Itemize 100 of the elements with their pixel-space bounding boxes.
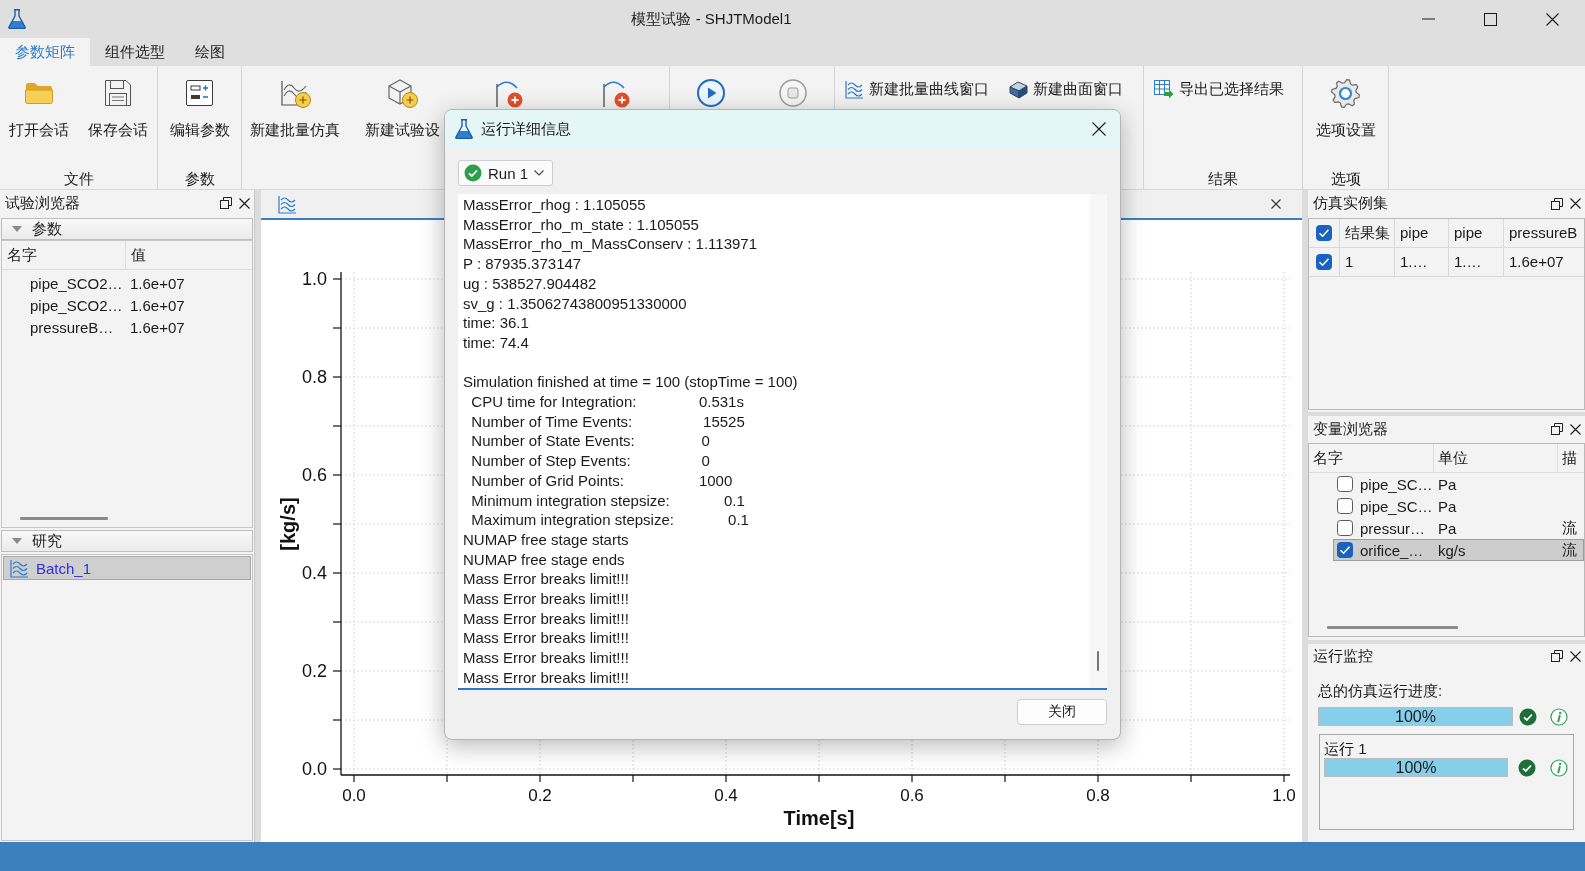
ribbon-button[interactable]: 新建批量曲线窗口 — [845, 78, 989, 100]
ribbon-button[interactable]: 新建曲面窗口 — [1009, 78, 1123, 100]
log-line: sv_g : 1.35062743800951330000 — [463, 293, 687, 314]
scrollbar[interactable] — [1097, 651, 1099, 671]
ribbon-button[interactable]: 编辑参数 — [169, 78, 230, 139]
checkbox[interactable] — [1316, 254, 1332, 270]
close-icon[interactable] — [1545, 12, 1559, 26]
ribbon-button[interactable]: 选项设置 — [1315, 78, 1376, 139]
log-line: time: 74.4 — [463, 332, 529, 353]
tick-label: 1.0 — [301, 269, 327, 289]
close-icon[interactable] — [1570, 650, 1581, 662]
tick-label: 0.6 — [900, 785, 924, 805]
group-label: 选项 — [1330, 169, 1361, 189]
tick-label: 0.4 — [714, 785, 738, 805]
column-header[interactable]: pipe — [1449, 219, 1504, 248]
table-cell-text: pipe_SCO2… — [29, 296, 124, 314]
table-row[interactable]: orifice_… kg/s 流 — [1333, 539, 1584, 561]
ribbon-tab[interactable]: 参数矩阵 — [0, 38, 90, 66]
column-header[interactable]: pipe — [1395, 219, 1449, 248]
close-icon[interactable] — [239, 197, 250, 209]
dialog-button[interactable]: 关闭 — [1017, 699, 1107, 725]
log-line: Mass Error breaks limit!!! — [463, 608, 629, 629]
restore-icon[interactable] — [220, 197, 232, 209]
info-icon[interactable] — [1550, 758, 1568, 777]
tick-label: 0.8 — [301, 367, 327, 387]
flask-icon — [455, 119, 473, 139]
table-cell: orifice_… — [1360, 541, 1424, 559]
restore-icon[interactable] — [1551, 650, 1563, 662]
ribbon-button[interactable] — [779, 78, 807, 108]
panel-title: 运行监控 — [1313, 646, 1373, 666]
checkbox[interactable] — [1337, 542, 1353, 558]
table-row[interactable]: pressur… Pa 流 — [1333, 517, 1584, 539]
table-export-icon — [1154, 79, 1174, 99]
log-line: MassError_rho_m_MassConserv : 1.113971 — [463, 234, 758, 255]
column-header[interactable]: 单位 — [1434, 444, 1558, 472]
ribbon-tab[interactable]: 组件选型 — [90, 38, 180, 66]
log-text-area[interactable] — [458, 194, 1107, 690]
close-icon[interactable] — [1271, 199, 1281, 209]
close-icon[interactable] — [1570, 198, 1581, 209]
column-header[interactable]: 值 — [126, 241, 146, 269]
log-line: CPU time for Integration: 0.531s — [470, 392, 744, 412]
cube-add-icon — [386, 78, 418, 108]
log-line: Mass Error breaks limit!!! — [463, 648, 629, 668]
progress-label: 总的仿真运行进度: — [1318, 682, 1443, 700]
log-line: Number of State Events: 0 — [470, 431, 710, 452]
arc-add-icon — [601, 78, 630, 108]
table-cell: pipe_SC… — [1360, 497, 1433, 515]
waves-icon — [845, 79, 864, 99]
checkbox[interactable] — [1337, 476, 1353, 492]
column-header[interactable]: 描 — [1558, 444, 1584, 472]
log-line: Number of Grid Points: 1000 — [470, 470, 733, 491]
log-line: MassError_rhog : 1.105055 — [463, 195, 646, 215]
column-header[interactable]: pressureB — [1504, 219, 1584, 248]
table-row[interactable]: pipe_SC… Pa — [1333, 473, 1584, 495]
ribbon-button[interactable]: 打开会话 — [9, 78, 70, 139]
checkbox[interactable] — [1316, 225, 1332, 241]
info-icon[interactable] — [1550, 707, 1568, 726]
ribbon-button[interactable] — [601, 78, 630, 108]
log-line: Simulation finished at time = 100 (stopTime = 100) — [463, 372, 798, 392]
maximize-icon[interactable] — [1483, 12, 1497, 26]
minimize-icon[interactable] — [1421, 18, 1435, 20]
table-cell-text: Pa — [1437, 475, 1458, 493]
column-header[interactable]: 结果集 — [1340, 219, 1395, 248]
table-row[interactable]: pipe_SC… Pa — [1333, 495, 1584, 517]
table-cell: 1.… — [1449, 248, 1504, 277]
ribbon-button[interactable]: 导出已选择结果 — [1154, 78, 1284, 100]
waves-icon — [10, 558, 29, 578]
log-line: Mass Error breaks limit!!! — [463, 667, 629, 688]
table-cell-text: kg/s — [1437, 541, 1467, 559]
ribbon-button[interactable]: 新建批量仿真 — [250, 78, 341, 139]
scrollbar[interactable] — [1327, 625, 1458, 629]
log-line: Maximum integration stepsize: 0.1 — [470, 510, 749, 530]
log-line: NUMAP free stage ends — [463, 549, 625, 570]
surface-icon — [1009, 79, 1028, 99]
ribbon-tab[interactable]: 绘图 — [180, 38, 240, 66]
close-icon[interactable] — [1092, 122, 1106, 136]
restore-icon[interactable] — [1551, 197, 1563, 210]
group-label: 结果 — [1208, 169, 1238, 189]
table-cell-text: 1.6e+07 — [129, 296, 185, 314]
table-cell-text: 1.6e+07 — [129, 318, 185, 336]
ribbon-button[interactable]: 保存会话 — [87, 78, 148, 139]
section-header[interactable]: 研究 — [1, 530, 253, 552]
restore-icon[interactable] — [1551, 423, 1563, 435]
folder-icon — [25, 82, 54, 104]
ribbon-button[interactable]: 新建试验设 — [364, 78, 440, 139]
scrollbar[interactable] — [20, 516, 108, 520]
section-header[interactable]: 参数 — [1, 218, 253, 240]
close-icon[interactable] — [1570, 423, 1581, 435]
list-item[interactable]: Batch_1 — [3, 556, 251, 580]
axis-title: [kg/s] — [277, 497, 299, 551]
column-header[interactable]: 名字 — [1309, 444, 1434, 472]
ribbon-button[interactable] — [494, 78, 523, 108]
run-dropdown[interactable]: Run 1 — [458, 160, 554, 186]
ribbon-button[interactable] — [697, 78, 725, 108]
column-header[interactable]: 名字 — [2, 241, 126, 269]
checkbox[interactable] — [1337, 498, 1353, 514]
panel-title: 仿真实例集 — [1313, 194, 1388, 213]
table-cell: pressur… — [1360, 519, 1426, 537]
waves-icon[interactable] — [278, 194, 297, 214]
checkbox[interactable] — [1337, 520, 1353, 536]
